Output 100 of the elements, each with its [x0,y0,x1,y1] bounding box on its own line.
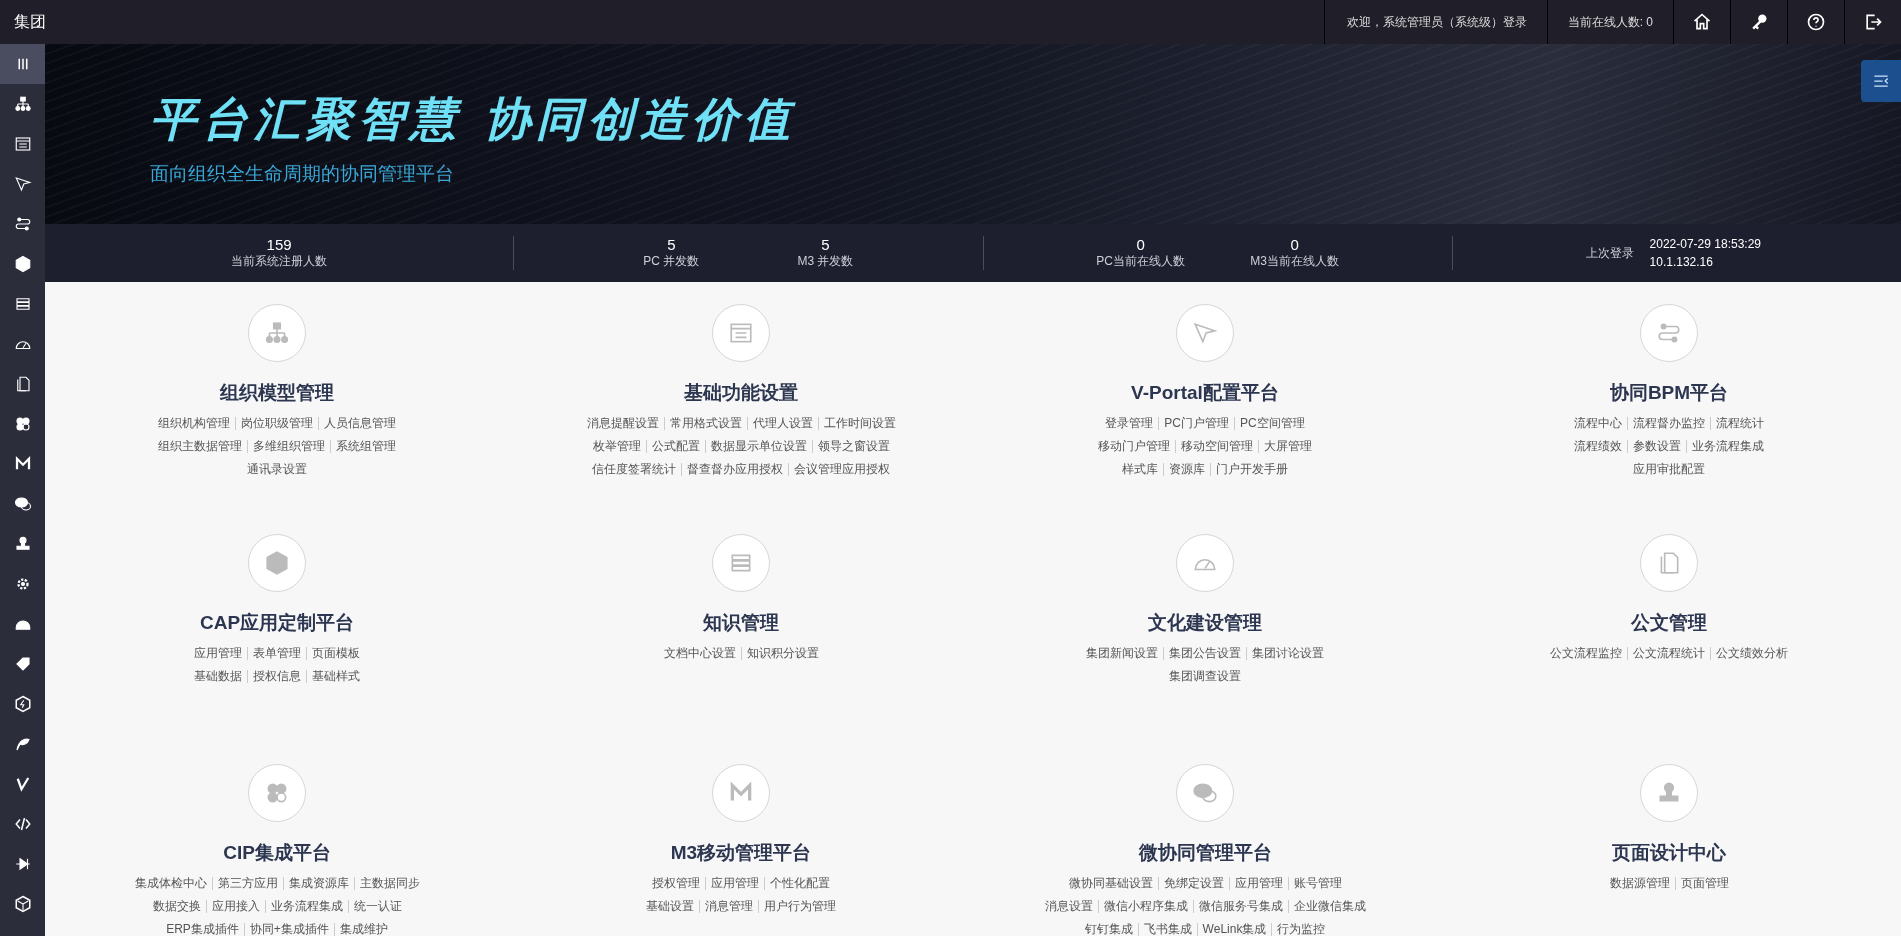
module-link[interactable]: 应用管理 [189,647,247,660]
module-link[interactable]: PC空间管理 [1234,417,1310,430]
module-link[interactable]: 督查督办应用授权 [681,463,788,476]
module-link[interactable]: 数据交换 [147,900,206,913]
paper-plane-icon [13,175,32,193]
module-link[interactable]: 账号管理 [1287,877,1347,890]
module-link[interactable]: 数据源管理 [1604,877,1675,890]
module-link[interactable]: 通讯录设置 [242,463,312,476]
module-link[interactable]: 代理人设置 [746,417,818,430]
module-link[interactable]: 知识积分设置 [740,647,824,660]
module-link[interactable]: 用户行为管理 [758,900,841,913]
module-link[interactable]: 流程中心 [1569,417,1627,430]
module-link[interactable]: 系统组管理 [330,440,401,453]
module-link[interactable]: 集团调查设置 [1164,670,1246,683]
module-link[interactable]: 文档中心设置 [658,647,741,660]
hexagon-icon [13,255,32,273]
module-link[interactable]: 钉钉集成 [1079,923,1138,936]
module-link[interactable]: 微信服务号集成 [1192,900,1288,913]
module-link[interactable]: 公式配置 [645,440,705,453]
panel-toggle-button[interactable] [1861,60,1901,102]
module-link[interactable]: 应用审批配置 [1628,463,1710,476]
module-link[interactable]: ERP集成插件 [161,923,244,936]
module-link[interactable]: 岗位职级管理 [235,417,318,430]
module-link[interactable]: 集成体检中心 [129,877,212,890]
module-link[interactable]: 应用管理 [705,877,764,890]
module-link[interactable]: 集成维护 [333,923,393,936]
module-link[interactable]: 协同+集成插件 [243,923,334,936]
module-link[interactable]: 基础数据 [189,670,247,683]
module-link[interactable]: 行为监控 [1271,923,1331,936]
module-link[interactable]: 飞书集成 [1137,923,1197,936]
module-link[interactable]: 多维组织管理 [247,440,330,453]
welcome-text: 欢迎，系统管理员（系统级）登录 [1323,0,1547,44]
module-link[interactable]: 业务流程集成 [264,900,348,913]
last-login-time: 2022-07-29 18:53:29 [1649,237,1761,251]
stat-label: PC 并发数 [643,253,700,270]
module-link[interactable]: 消息设置 [1039,900,1098,913]
module-link[interactable]: 授权信息 [247,670,306,683]
module-link[interactable]: 领导之窗设置 [811,440,895,453]
module-link[interactable]: 流程统计 [1710,417,1769,430]
module-link[interactable]: 授权管理 [647,877,705,890]
module-link[interactable]: 样式库 [1117,463,1163,476]
diode-icon [13,855,32,873]
module-link[interactable]: 流程督办监控 [1627,417,1710,430]
module-link[interactable]: 人员信息管理 [318,417,401,430]
module-link[interactable]: 组织机构管理 [153,417,235,430]
module-link[interactable]: 集团讨论设置 [1246,647,1329,660]
module-link[interactable]: 流程绩效 [1569,440,1627,453]
module-link[interactable]: 企业微信集成 [1287,900,1371,913]
module-link[interactable]: 业务流程集成 [1686,440,1769,453]
module-title: 协同BPM平台 [1609,381,1729,405]
flow-icon [13,215,32,233]
module-link[interactable]: 基础样式 [306,670,365,683]
module-title: 页面设计中心 [1612,841,1726,865]
module-link[interactable]: 免绑定设置 [1157,877,1229,890]
module-link[interactable]: 消息提醒设置 [581,417,664,430]
window-icon [13,135,32,153]
module-link[interactable]: 统一认证 [347,900,407,913]
banner-subtitle: 面向组织全生命周期的协同管理平台 [150,162,455,186]
module-link[interactable]: 应用管理 [1228,877,1288,890]
module-link[interactable]: 微信小程序集成 [1097,900,1193,913]
code-icon [13,815,32,833]
module-link[interactable]: 应用接入 [205,900,265,913]
module-link[interactable]: 消息管理 [699,900,758,913]
module-link[interactable]: 资源库 [1163,463,1210,476]
module-link[interactable]: 微协同基础设置 [1063,877,1158,890]
module-link[interactable]: 组织主数据管理 [153,440,247,453]
hexagon-icon [264,550,290,576]
module-link[interactable]: 集团公告设置 [1163,647,1246,660]
module-link[interactable]: 数据显示单位设置 [704,440,812,453]
module-link[interactable]: WeLink集成 [1196,923,1272,936]
module-link[interactable]: 登录管理 [1100,417,1159,430]
module-title: CIP集成平台 [223,841,331,865]
module-link[interactable]: 移动门户管理 [1093,440,1175,453]
module-link[interactable]: 工作时间设置 [817,417,901,430]
module-link[interactable]: 参数设置 [1627,440,1686,453]
module-link[interactable]: 主数据同步 [353,877,425,890]
module-link[interactable]: 公文流程统计 [1627,647,1710,660]
leaf-icon [13,735,32,753]
module-link[interactable]: 移动空间管理 [1175,440,1258,453]
module-link[interactable]: 公文绩效分析 [1710,647,1793,660]
module-link[interactable]: 页面管理 [1674,877,1734,890]
module-link[interactable]: 第三方应用 [211,877,283,890]
module-title: 组织模型管理 [220,381,334,405]
module-link[interactable]: 集团新闻设置 [1081,647,1163,660]
module-link[interactable]: 个性化配置 [764,877,835,890]
module-link[interactable]: 公文流程监控 [1545,647,1627,660]
module-link[interactable]: 集成资源库 [282,877,354,890]
module-link[interactable]: 基础设置 [641,900,699,913]
module-link[interactable]: 大屏管理 [1258,440,1317,453]
module-link[interactable]: 门户开发手册 [1210,463,1293,476]
module-link[interactable]: 信任度签署统计 [587,463,681,476]
module-link[interactable]: PC门户管理 [1158,417,1234,430]
module-link[interactable]: 表单管理 [247,647,306,660]
brand-title: 集团 [13,11,46,32]
module-link[interactable]: 常用格式设置 [663,417,747,430]
logout-icon [1863,12,1883,32]
module-link[interactable]: 枚举管理 [587,440,646,453]
home-icon [1692,12,1712,32]
module-link[interactable]: 页面模板 [306,647,365,660]
module-link[interactable]: 会议管理应用授权 [788,463,895,476]
